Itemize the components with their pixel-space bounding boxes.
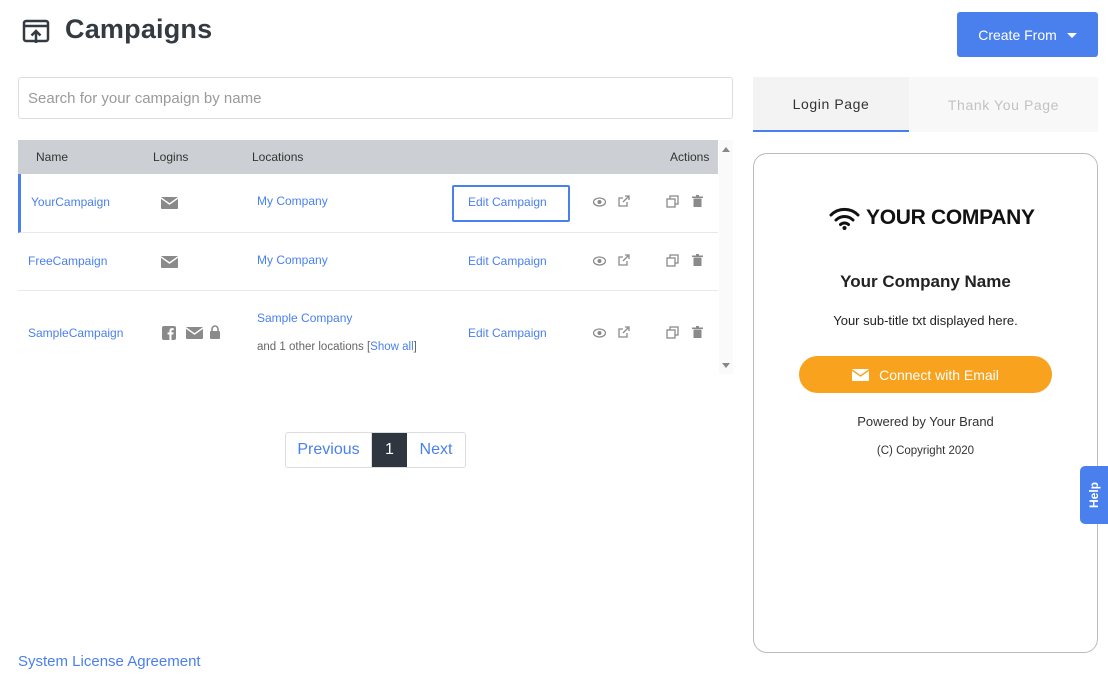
show-all-link[interactable]: Show all [370,341,413,353]
table-row[interactable]: YourCampaign My Company Edit Campaign [18,174,718,233]
next-page-button[interactable]: Next [407,433,465,467]
campaign-table: Name Logins Locations Actions YourCampai… [18,140,733,376]
envelope-icon [852,368,870,381]
eye-icon[interactable] [593,197,606,207]
tab-login-page[interactable]: Login Page [753,77,909,132]
help-button[interactable]: Help [1080,466,1108,524]
wifi-icon [829,207,860,230]
table-row[interactable]: FreeCampaign My Company Edit Campaign [18,233,718,291]
preview-subtitle: Your sub-title txt displayed here. [833,313,1018,328]
col-locations: Locations [252,150,304,164]
edit-campaign-link[interactable]: Edit Campaign [468,195,547,209]
copy-icon[interactable] [666,195,679,208]
campaign-name-link[interactable]: FreeCampaign [28,254,107,268]
location-link[interactable]: Sample Company [257,311,352,325]
trash-icon[interactable] [692,254,703,266]
scroll-up-icon[interactable] [722,147,730,152]
email-icon [161,256,178,268]
copy-icon[interactable] [666,254,679,267]
other-locations-text: and 1 other locations [Show all] [257,341,417,353]
email-icon [161,197,178,209]
table-row[interactable]: SampleCampaign Sample Company and 1 othe… [18,291,718,374]
create-from-button[interactable]: Create From [957,12,1098,57]
eye-icon[interactable] [593,328,606,338]
trash-icon[interactable] [692,195,703,207]
external-link-icon[interactable] [618,326,630,338]
campaigns-icon [22,19,50,43]
caret-down-icon [1066,33,1077,38]
previous-page-button[interactable]: Previous [286,433,372,467]
col-actions: Actions [670,150,710,164]
pagination: Previous 1 Next [285,432,466,468]
connect-with-email-button[interactable]: Connect with Email [799,356,1052,393]
col-logins: Logins [153,150,189,164]
table-header: Name Logins Locations Actions [18,140,718,174]
copyright-text: (C) Copyright 2020 [876,445,975,457]
help-label: Help [1086,481,1101,509]
preview-tab-bar: Login Page Thank You Page [753,77,1098,132]
scroll-down-icon[interactable] [722,363,730,368]
table-scrollbar[interactable] [719,140,733,374]
page-title: Campaigns [65,14,213,44]
col-name: Name [36,150,69,164]
location-link[interactable]: My Company [257,253,328,267]
edit-campaign-link[interactable]: Edit Campaign [468,326,547,340]
campaign-search-input[interactable] [18,77,733,119]
trash-icon[interactable] [692,326,703,338]
external-link-icon[interactable] [618,254,630,266]
copy-icon[interactable] [666,326,679,339]
logo-text: YOUR COMPANY [866,206,1035,229]
other-locations-label: and 1 other locations [257,341,364,353]
external-link-icon[interactable] [618,195,630,207]
facebook-icon [162,326,176,340]
campaign-name-link[interactable]: SampleCampaign [28,326,123,340]
email-icon [186,327,203,339]
location-link[interactable]: My Company [257,194,328,208]
lock-icon [210,325,220,339]
powered-by-text: Powered by Your Brand [857,414,994,429]
tab-thank-you-page[interactable]: Thank You Page [909,77,1098,132]
company-logo: YOUR COMPANY [829,206,1035,230]
preview-company-name: Your Company Name [840,272,1011,291]
campaign-name-link[interactable]: YourCampaign [31,195,110,209]
page-1-button[interactable]: 1 [372,433,407,467]
license-agreement-link[interactable]: System License Agreement [18,653,201,670]
eye-icon[interactable] [593,256,606,266]
connect-label: Connect with Email [879,366,999,383]
create-from-label: Create From [978,26,1057,43]
edit-campaign-link[interactable]: Edit Campaign [468,254,547,268]
login-page-preview: YOUR COMPANY Your Company Name Your sub-… [753,153,1098,653]
